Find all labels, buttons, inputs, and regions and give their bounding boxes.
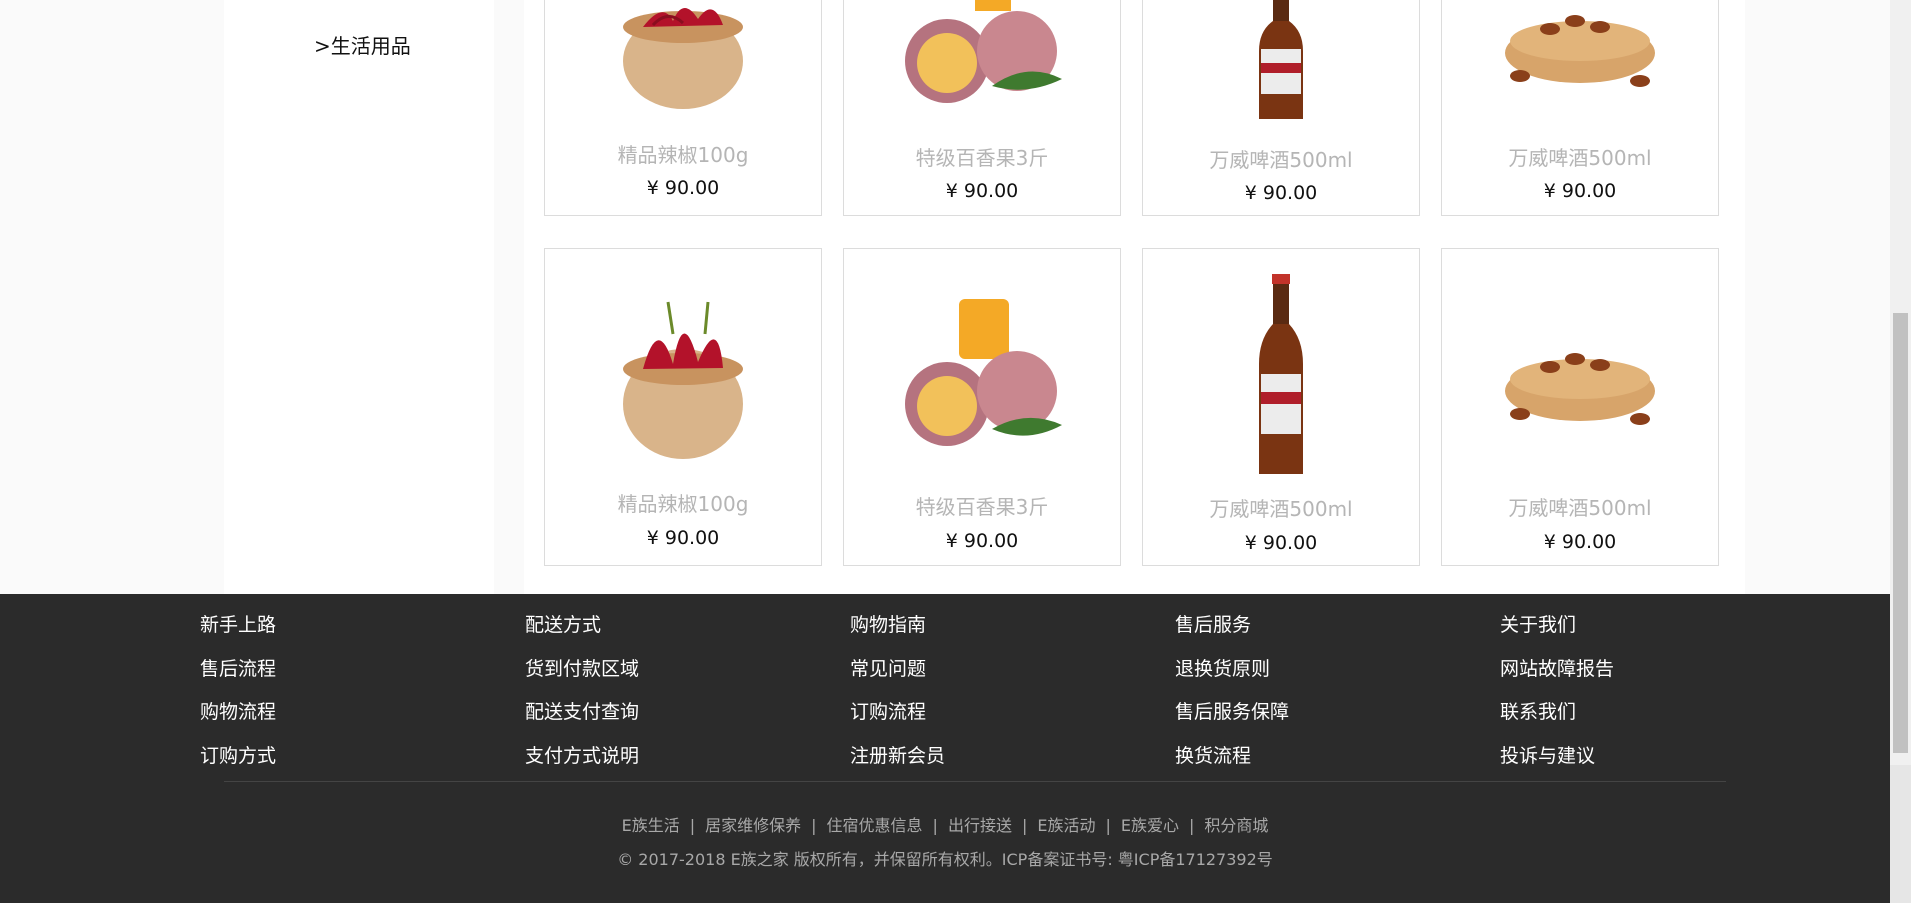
product-price: ¥ 90.00 [646, 177, 720, 199]
footer-link[interactable]: 配送支付查询 [525, 691, 639, 735]
footer-column-delivery: 配送方式 货到付款区域 配送支付查询 支付方式说明 [525, 604, 639, 778]
footer-link[interactable]: 购物流程 [200, 691, 276, 735]
footer-service-link[interactable]: E族生活 [622, 816, 680, 835]
footer-link[interactable]: 货到付款区域 [525, 648, 639, 692]
footer-link[interactable]: 售后服务 [1175, 604, 1289, 648]
product-name[interactable]: 特级百香果3斤 [844, 142, 1120, 171]
footer-service-links: E族生活 | 居家维修保养 | 住宿优惠信息 | 出行接送 | E族活动 | E族爱心 | 积分商城 [0, 812, 1890, 836]
separator: | [1105, 816, 1111, 835]
footer-link[interactable]: 投诉与建议 [1500, 735, 1614, 779]
left-margin [0, 0, 224, 594]
passion-fruit-image [844, 299, 1120, 459]
page: >生活用品 精品辣椒100g ¥ 90.00 特级百香果3斤 ¥ 90.00 万… [0, 0, 1911, 903]
chili-bowl-image [545, 0, 821, 111]
product-name[interactable]: 万威啤酒500ml [1143, 493, 1419, 522]
passion-fruit-image [844, 0, 1120, 116]
beer-bottle-image [1143, 274, 1419, 479]
separator: | [932, 816, 938, 835]
footer-service-link[interactable]: 居家维修保养 [705, 816, 801, 835]
product-price: ¥ 90.00 [1543, 180, 1617, 202]
product-price: ¥ 90.00 [1244, 532, 1318, 554]
beer-bottle-image [1143, 0, 1419, 126]
right-margin [1745, 0, 1890, 594]
scrollbar-thumb[interactable] [1893, 313, 1908, 753]
footer-link[interactable]: 联系我们 [1500, 691, 1614, 735]
category-sidebar [224, 0, 494, 594]
product-price: ¥ 90.00 [945, 180, 1019, 202]
footer-link[interactable]: 关于我们 [1500, 604, 1614, 648]
product-price: ¥ 90.00 [1244, 182, 1318, 204]
footer-column-newbie: 新手上路 售后流程 购物流程 订购方式 [200, 604, 276, 778]
separator: | [1021, 816, 1028, 835]
product-card[interactable]: 精品辣椒100g ¥ 90.00 [544, 0, 822, 216]
footer-link[interactable]: 售后服务保障 [1175, 691, 1289, 735]
footer-link[interactable]: 订购方式 [200, 735, 276, 779]
footer-service-link[interactable]: E族活动 [1037, 816, 1095, 835]
product-card[interactable]: 万威啤酒500ml ¥ 90.00 [1441, 0, 1719, 216]
footer-column-after-sales: 售后服务 退换货原则 售后服务保障 换货流程 [1175, 604, 1289, 778]
pine-nuts-image [1442, 0, 1718, 106]
footer-column-shopping-guide: 购物指南 常见问题 订购流程 注册新会员 [850, 604, 945, 778]
sidebar-item-daily-goods[interactable]: >生活用品 [314, 30, 411, 59]
footer-link[interactable]: 支付方式说明 [525, 735, 639, 779]
footer-link[interactable]: 订购流程 [850, 691, 945, 735]
product-card[interactable]: 万威啤酒500ml ¥ 90.00 [1142, 0, 1420, 216]
footer-service-link[interactable]: 出行接送 [948, 816, 1012, 835]
product-name[interactable]: 万威啤酒500ml [1442, 142, 1718, 171]
footer-link[interactable]: 网站故障报告 [1500, 648, 1614, 692]
site-footer: 新手上路 售后流程 购物流程 订购方式 配送方式 货到付款区域 配送支付查询 支… [0, 594, 1890, 903]
copyright-text: © 2017-2018 E族之家 版权所有，并保留所有权利。ICP备案证书号: … [617, 850, 1273, 869]
product-card[interactable]: 万威啤酒500ml ¥ 90.00 [1142, 248, 1420, 566]
footer-link[interactable]: 售后流程 [200, 648, 276, 692]
separator: | [689, 816, 696, 835]
product-grid: 精品辣椒100g ¥ 90.00 特级百香果3斤 ¥ 90.00 万威啤酒500… [524, 0, 1745, 594]
footer-service-link[interactable]: E族爱心 [1121, 816, 1179, 835]
footer-divider [224, 781, 1726, 782]
chili-bowl-image [545, 284, 821, 464]
product-name[interactable]: 万威啤酒500ml [1442, 492, 1718, 521]
vertical-scrollbar[interactable] [1890, 0, 1911, 903]
product-name[interactable]: 精品辣椒100g [545, 139, 821, 168]
separator: | [1188, 816, 1195, 835]
separator: | [811, 816, 817, 835]
product-card[interactable]: 万威啤酒500ml ¥ 90.00 [1441, 248, 1719, 566]
sidebar-gap [494, 0, 524, 594]
scrollbar-track-end [1890, 765, 1911, 903]
footer-service-link[interactable]: 积分商城 [1204, 816, 1268, 835]
footer-link[interactable]: 配送方式 [525, 604, 639, 648]
product-name[interactable]: 特级百香果3斤 [844, 491, 1120, 520]
footer-link[interactable]: 换货流程 [1175, 735, 1289, 779]
footer-link[interactable]: 购物指南 [850, 604, 945, 648]
footer-link[interactable]: 新手上路 [200, 604, 276, 648]
footer-service-link[interactable]: 住宿优惠信息 [827, 816, 923, 835]
product-name[interactable]: 万威啤酒500ml [1143, 144, 1419, 173]
product-price: ¥ 90.00 [1543, 531, 1617, 553]
product-name[interactable]: 精品辣椒100g [545, 488, 821, 517]
pine-nuts-image [1442, 329, 1718, 444]
product-card[interactable]: 精品辣椒100g ¥ 90.00 [544, 248, 822, 566]
product-card[interactable]: 特级百香果3斤 ¥ 90.00 [843, 0, 1121, 216]
footer-link[interactable]: 退换货原则 [1175, 648, 1289, 692]
footer-link[interactable]: 常见问题 [850, 648, 945, 692]
product-price: ¥ 90.00 [945, 530, 1019, 552]
footer-column-about: 关于我们 网站故障报告 联系我们 投诉与建议 [1500, 604, 1614, 778]
footer-link[interactable]: 注册新会员 [850, 735, 945, 779]
product-card[interactable]: 特级百香果3斤 ¥ 90.00 [843, 248, 1121, 566]
product-price: ¥ 90.00 [646, 527, 720, 549]
